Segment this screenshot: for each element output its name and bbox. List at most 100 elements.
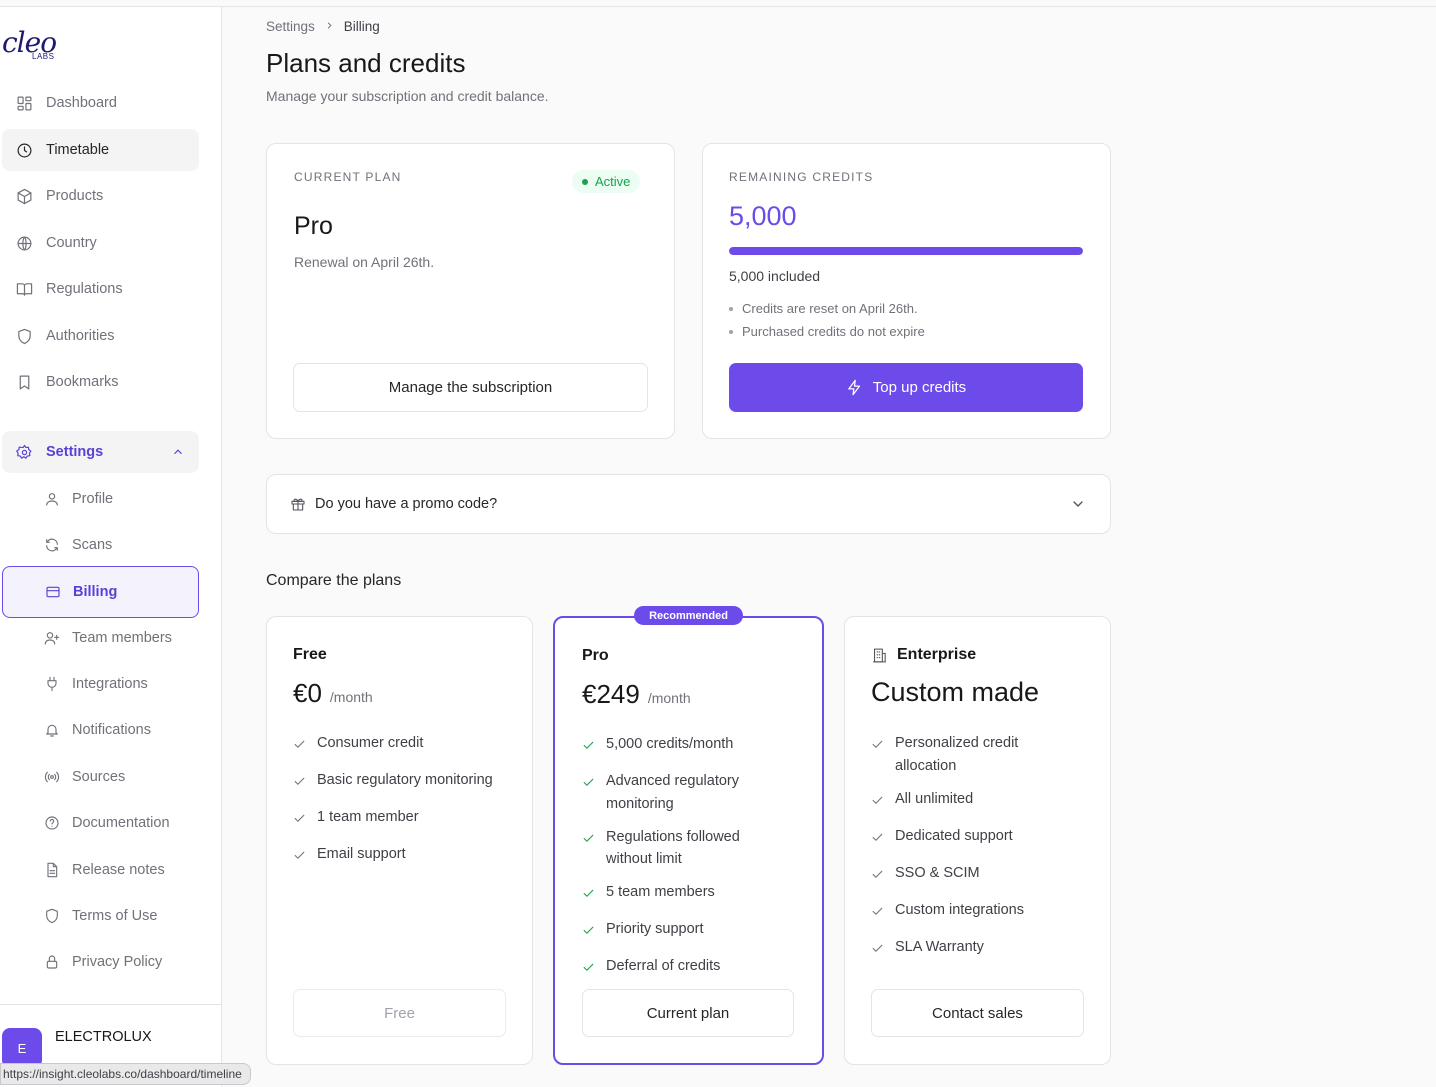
org-name: ELECTROLUX	[55, 1029, 152, 1045]
page-subtitle: Manage your subscription and credit bala…	[266, 88, 549, 104]
sidebar-item-label: Products	[46, 188, 104, 204]
manage-subscription-button[interactable]: Manage the subscription	[293, 363, 648, 412]
link-status-url: https://insight.cleolabs.co/dashboard/ti…	[0, 1063, 251, 1085]
list-item: Basic regulatory monitoring	[293, 769, 513, 796]
credits-note-text: Purchased credits do not expire	[742, 324, 925, 339]
plan-features: Consumer credit Basic regulatory monitor…	[293, 732, 513, 880]
sidebar-item-release-notes[interactable]: Release notes	[2, 849, 199, 891]
credits-note: Credits are reset on April 26th.	[729, 301, 918, 316]
sidebar-item-privacy-policy[interactable]: Privacy Policy	[2, 941, 199, 983]
feature-text: All unlimited	[895, 790, 974, 807]
compare-plans-title: Compare the plans	[266, 572, 402, 589]
check-icon	[293, 806, 317, 833]
plan-name-text: Pro	[582, 647, 609, 664]
list-item: 5 team members	[582, 881, 782, 908]
sidebar-item-label: Country	[46, 235, 97, 251]
sidebar-item-documentation[interactable]: Documentation	[2, 802, 199, 844]
plan-card-pro: Pro €249 /month 5,000 credits/month Adva…	[553, 616, 824, 1065]
feature-text: 5 team members	[606, 884, 715, 900]
list-item: Dedicated support	[871, 825, 1061, 852]
list-item: SLA Warranty	[871, 936, 1061, 963]
chevron-up-icon[interactable]	[171, 445, 185, 459]
book-icon	[2, 281, 46, 298]
help-circle-icon	[2, 815, 72, 831]
feature-text: SSO & SCIM	[895, 864, 980, 881]
clock-icon	[2, 142, 46, 159]
sidebar-item-integrations[interactable]: Integrations	[2, 663, 199, 705]
feature-text: Email support	[317, 846, 406, 862]
lightning-icon	[847, 379, 860, 396]
sidebar-item-label: Terms of Use	[72, 908, 158, 924]
feature-text: Priority support	[606, 921, 704, 937]
plan-price: €0 /month	[293, 678, 373, 709]
remaining-credits-label: REMAINING CREDITS	[729, 170, 874, 184]
sidebar-item-sources[interactable]: Sources	[2, 756, 199, 798]
sidebar-item-label: Settings	[46, 444, 104, 460]
globe-icon	[2, 235, 46, 252]
list-item: Personalized credit allocation	[871, 732, 1061, 777]
check-icon	[582, 918, 606, 945]
lock-icon	[2, 954, 72, 970]
list-item: Custom integrations	[871, 899, 1061, 926]
check-icon	[582, 733, 606, 760]
shield-icon	[2, 908, 72, 924]
sidebar-item-products[interactable]: Products	[2, 175, 199, 217]
sidebar-item-team-members[interactable]: Team members	[2, 617, 199, 659]
check-icon	[871, 732, 895, 777]
sidebar-item-label: Notifications	[72, 722, 151, 738]
list-item: SSO & SCIM	[871, 862, 1061, 889]
sidebar-item-dashboard[interactable]: Dashboard	[2, 82, 199, 124]
list-item: Advanced regulatory monitoring	[582, 770, 782, 815]
sidebar-item-timetable[interactable]: Timetable	[2, 129, 199, 171]
bell-icon	[2, 722, 72, 738]
plan-name: Pro	[582, 647, 609, 665]
sidebar-item-label: Profile	[72, 491, 114, 507]
sidebar-item-label: Team members	[72, 630, 172, 646]
top-up-credits-button[interactable]: Top up credits	[729, 363, 1083, 412]
sidebar-item-scans[interactable]: Scans	[2, 524, 199, 566]
feature-text: Dedicated support	[895, 827, 1013, 844]
sidebar-item-regulations[interactable]: Regulations	[2, 268, 199, 310]
breadcrumb-parent[interactable]: Settings	[266, 19, 315, 34]
sidebar-item-label: Privacy Policy	[72, 954, 163, 970]
page-title: Plans and credits	[266, 48, 466, 78]
org-switcher[interactable]: E ELECTROLUX	[2, 1028, 152, 1068]
credit-card-icon	[3, 584, 73, 600]
feature-text: Basic regulatory monitoring	[317, 772, 493, 788]
check-icon	[293, 769, 317, 796]
check-icon	[582, 826, 606, 871]
check-icon	[871, 936, 895, 963]
recommended-badge: Recommended	[634, 606, 743, 625]
sidebar-item-notifications[interactable]: Notifications	[2, 709, 199, 751]
check-icon	[871, 788, 895, 815]
check-icon	[293, 843, 317, 870]
check-icon	[582, 770, 606, 815]
feature-text: Regulations followed without limit	[606, 828, 740, 868]
status-badge: Active	[572, 170, 641, 193]
list-item: Priority support	[582, 918, 782, 945]
promo-code-accordion[interactable]: Do you have a promo code?	[266, 474, 1111, 534]
sidebar-item-country[interactable]: Country	[2, 222, 199, 264]
cleo-labs-logo[interactable]: cleo LABS	[2, 29, 57, 62]
sidebar-item-label: Regulations	[46, 281, 123, 297]
credits-note: Purchased credits do not expire	[729, 324, 925, 339]
contact-sales-button[interactable]: Contact sales	[871, 989, 1084, 1037]
sidebar-item-terms-of-use[interactable]: Terms of Use	[2, 895, 199, 937]
sidebar-item-label: Dashboard	[46, 95, 117, 111]
sidebar-item-settings[interactable]: Settings	[2, 431, 199, 473]
sidebar-item-label: Documentation	[72, 815, 170, 831]
broadcast-icon	[2, 769, 72, 785]
sidebar-item-authorities[interactable]: Authorities	[2, 315, 199, 357]
user-icon	[2, 491, 72, 507]
sidebar-item-billing[interactable]: Billing	[2, 566, 199, 618]
list-item: 1 team member	[293, 806, 513, 833]
current-plan-button[interactable]: Current plan	[582, 989, 794, 1037]
sidebar-item-profile[interactable]: Profile	[2, 478, 199, 520]
building-icon	[873, 648, 886, 662]
sidebar-item-bookmarks[interactable]: Bookmarks	[2, 361, 199, 403]
feature-text: 5,000 credits/month	[606, 736, 734, 752]
list-item: All unlimited	[871, 788, 1061, 815]
status-badge-text: Active	[595, 174, 631, 189]
package-icon	[2, 188, 46, 205]
free-plan-button: Free	[293, 989, 506, 1037]
